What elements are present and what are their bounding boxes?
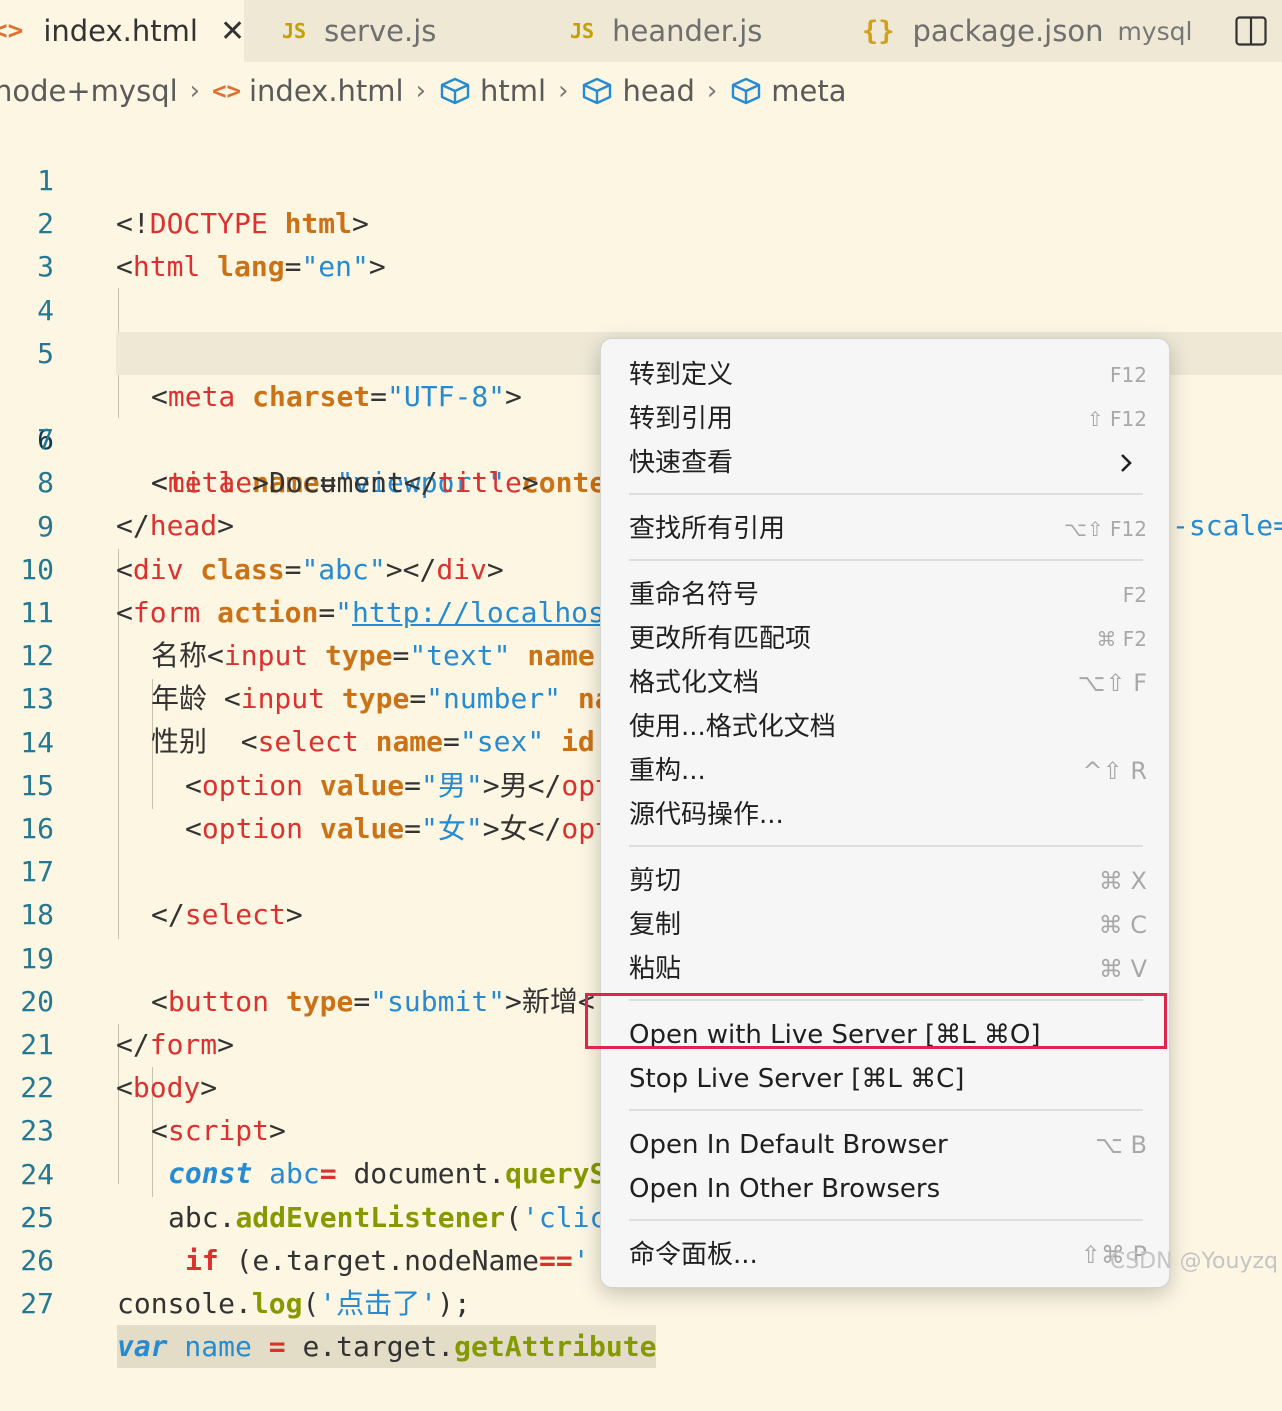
context-menu: 转到定义 F12 转到引用 ⇧ F12 快速查看 查找所有引用 ⌥⇧ F12 重命名符…: [600, 338, 1170, 1288]
chevron-right-icon: ›: [415, 76, 427, 106]
menu-item-stop-live-server[interactable]: Stop Live Server [⌘L ⌘C]: [601, 1057, 1169, 1101]
breadcrumb-item-html[interactable]: html: [480, 74, 546, 108]
code-line: 5 <meta charset="UTF-8">: [0, 289, 1282, 413]
menu-item-rename-symbol[interactable]: 重命名符号 F2: [601, 573, 1169, 617]
menu-item-command-palette[interactable]: 命令面板... ⇧⌘ P: [601, 1233, 1169, 1277]
breadcrumb-item-head[interactable]: head: [622, 74, 694, 108]
code-line: 2 <html lang="en">: [0, 159, 1282, 283]
json-file-icon: {}: [862, 15, 895, 47]
menu-item-copy[interactable]: 复制 ⌘ C: [601, 903, 1169, 947]
menu-item-go-to-references[interactable]: 转到引用 ⇧ F12: [601, 397, 1169, 441]
menu-separator: [629, 845, 1143, 847]
symbol-cube-icon: [580, 76, 614, 106]
menu-separator: [629, 1219, 1143, 1221]
chevron-right-icon: ›: [189, 76, 201, 106]
breadcrumb-item-meta[interactable]: meta: [771, 74, 846, 108]
tab-serve-js[interactable]: JS serve.js: [244, 0, 532, 62]
menu-item-find-all-references[interactable]: 查找所有引用 ⌥⇧ F12: [601, 507, 1169, 551]
tab-description: mysql: [1117, 16, 1193, 46]
menu-item-paste[interactable]: 粘贴 ⌘ V: [601, 947, 1169, 991]
menu-item-change-all-occurrences[interactable]: 更改所有匹配项 ⌘ F2: [601, 617, 1169, 661]
menu-separator: [629, 493, 1143, 495]
tab-label: serve.js: [324, 14, 437, 48]
html-file-icon: <>: [0, 16, 24, 46]
close-icon[interactable]: ✕: [220, 14, 245, 49]
code-line: 3: [0, 202, 1282, 283]
menu-item-refactor[interactable]: 重构... ^⇧ R: [601, 749, 1169, 793]
annotation-highlight-box: [585, 993, 1167, 1049]
tab-label: heander.js: [612, 14, 763, 48]
menu-item-source-action[interactable]: 源代码操作...: [601, 793, 1169, 837]
js-file-icon: JS: [282, 19, 307, 43]
tab-label: package.json: [912, 14, 1104, 48]
menu-item-format-document[interactable]: 格式化文档 ⌥⇧ F: [601, 661, 1169, 705]
code-line: 1 <!DOCTYPE html>: [0, 116, 1282, 240]
menu-separator: [629, 559, 1143, 561]
tab-index-html[interactable]: <> index.html ✕: [0, 0, 245, 62]
split-editor-icon[interactable]: [1220, 0, 1282, 62]
menu-item-peek[interactable]: 快速查看: [601, 441, 1169, 485]
menu-item-go-to-definition[interactable]: 转到定义 F12: [601, 353, 1169, 397]
menu-item-open-default-browser[interactable]: Open In Default Browser ⌥ B: [601, 1123, 1169, 1167]
breadcrumb-root[interactable]: node+mysql: [0, 74, 178, 108]
tab-package-json[interactable]: {} package.json mysql: [824, 0, 1214, 62]
tab-heander-js[interactable]: JS heander.js: [532, 0, 824, 62]
tab-label: index.html: [43, 14, 198, 48]
chevron-right-icon: [1121, 454, 1132, 472]
watermark: CSDN @Youyzq: [1109, 1249, 1278, 1274]
chevron-right-icon: ›: [706, 76, 718, 106]
js-file-icon: JS: [570, 19, 595, 43]
line-number: 27: [20, 1287, 54, 1320]
html-file-icon: <>: [212, 77, 241, 105]
menu-separator: [629, 1109, 1143, 1111]
menu-item-cut[interactable]: 剪切 ⌘ X: [601, 859, 1169, 903]
menu-item-format-document-with[interactable]: 使用...格式化文档: [601, 705, 1169, 749]
breadcrumb: node+mysql › <> index.html › html › head…: [0, 68, 847, 114]
menu-item-open-other-browsers[interactable]: Open In Other Browsers: [601, 1167, 1169, 1211]
chevron-right-icon: ›: [558, 76, 569, 106]
tab-bar: <> index.html ✕ JS serve.js JS heander.j…: [0, 0, 1282, 62]
breadcrumb-file[interactable]: index.html: [249, 74, 404, 108]
code-line: 4 <head>: [0, 246, 1282, 370]
symbol-cube-icon: [729, 76, 763, 106]
symbol-cube-icon: [438, 76, 472, 106]
